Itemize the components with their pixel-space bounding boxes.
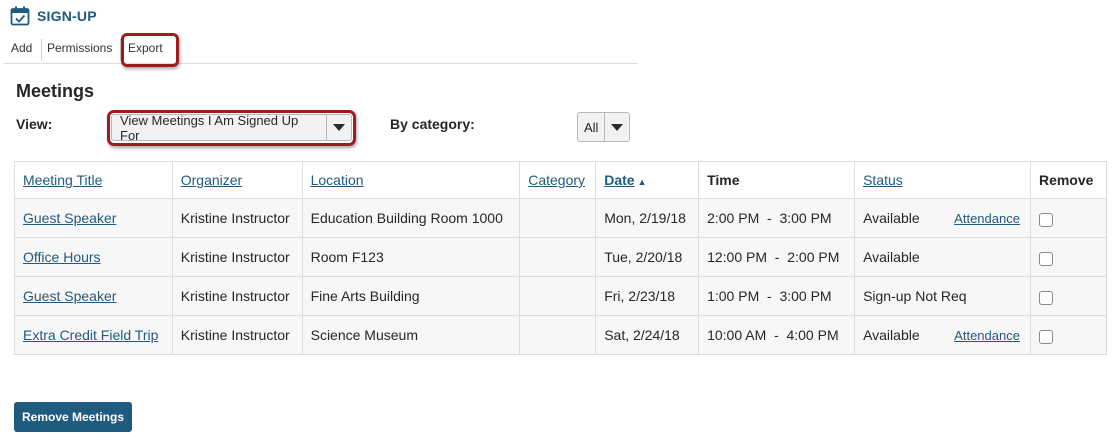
date-cell: Tue, 2/20/18 bbox=[595, 237, 700, 277]
calendar-check-icon bbox=[10, 6, 30, 26]
column-header-time: Time bbox=[698, 161, 856, 199]
time-cell: 1:00 PM - 3:00 PM bbox=[698, 276, 856, 316]
table-row: Guest Speaker Kristine Instructor Educat… bbox=[14, 198, 1108, 238]
remove-meetings-button[interactable]: Remove Meetings bbox=[14, 402, 132, 432]
table-row: Office Hours Kristine Instructor Room F1… bbox=[14, 237, 1108, 277]
toolbar-permissions-link[interactable]: Permissions bbox=[47, 41, 112, 55]
category-select-value: All bbox=[584, 119, 599, 135]
meetings-table: Meeting Title Organizer Location Categor… bbox=[14, 161, 1108, 355]
organizer-cell: Kristine Instructor bbox=[171, 276, 303, 316]
remove-cell bbox=[1029, 315, 1108, 355]
category-cell bbox=[519, 198, 597, 238]
table-row: Guest Speaker Kristine Instructor Fine A… bbox=[14, 276, 1108, 316]
organizer-cell: Kristine Instructor bbox=[171, 198, 303, 238]
time-cell: 2:00 PM - 3:00 PM bbox=[698, 198, 856, 238]
column-header-meeting-title[interactable]: Meeting Title bbox=[14, 161, 173, 199]
meeting-title-cell: Guest Speaker bbox=[14, 198, 173, 238]
category-select[interactable]: All bbox=[577, 112, 630, 142]
location-cell: Science Museum bbox=[301, 315, 521, 355]
chevron-down-icon bbox=[326, 115, 351, 140]
status-text: Available bbox=[863, 327, 920, 343]
column-header-status[interactable]: Status bbox=[854, 161, 1031, 199]
remove-cell bbox=[1029, 198, 1108, 238]
toolbar-export-link[interactable]: Export bbox=[128, 41, 163, 55]
remove-cell bbox=[1029, 237, 1108, 277]
date-cell: Sat, 2/24/18 bbox=[595, 315, 700, 355]
column-header-remove: Remove bbox=[1029, 161, 1108, 199]
tool-title: SIGN-UP bbox=[37, 8, 97, 24]
attendance-link[interactable]: Attendance bbox=[954, 328, 1020, 343]
status-cell: Sign-up Not Req bbox=[854, 276, 1031, 316]
table-header-row: Meeting Title Organizer Location Categor… bbox=[14, 161, 1108, 199]
remove-cell bbox=[1029, 276, 1108, 316]
organizer-cell: Kristine Instructor bbox=[171, 315, 303, 355]
sort-ascending-icon: ▲ bbox=[637, 177, 647, 187]
page-title: Meetings bbox=[16, 81, 95, 101]
organizer-cell: Kristine Instructor bbox=[171, 237, 303, 277]
location-cell: Room F123 bbox=[301, 237, 521, 277]
meeting-title-cell: Extra Credit Field Trip bbox=[14, 315, 173, 355]
time-cell: 12:00 PM - 2:00 PM bbox=[698, 237, 856, 277]
remove-checkbox[interactable] bbox=[1038, 330, 1053, 345]
date-cell: Fri, 2/23/18 bbox=[595, 276, 700, 316]
view-select-value: View Meetings I Am Signed Up For bbox=[120, 112, 299, 143]
meeting-title-link[interactable]: Guest Speaker bbox=[23, 210, 116, 226]
toolbar-add-link[interactable]: Add bbox=[11, 41, 32, 55]
time-cell: 10:00 AM - 4:00 PM bbox=[698, 315, 856, 355]
status-cell: Available Attendance bbox=[854, 198, 1031, 238]
meeting-title-cell: Guest Speaker bbox=[14, 276, 173, 316]
category-cell bbox=[519, 237, 597, 277]
column-header-date[interactable]: Date ▲ bbox=[595, 161, 700, 199]
category-cell bbox=[519, 315, 597, 355]
tool-header: SIGN-UP bbox=[10, 5, 97, 27]
status-cell: Available bbox=[854, 237, 1031, 277]
column-header-organizer[interactable]: Organizer bbox=[171, 161, 303, 199]
meeting-title-cell: Office Hours bbox=[14, 237, 173, 277]
view-select[interactable]: View Meetings I Am Signed Up For bbox=[111, 112, 352, 143]
attendance-link[interactable]: Attendance bbox=[954, 211, 1020, 226]
view-label: View: bbox=[16, 116, 53, 132]
table-row: Extra Credit Field Trip Kristine Instruc… bbox=[14, 315, 1108, 355]
remove-checkbox[interactable] bbox=[1038, 252, 1053, 267]
toolbar-divider bbox=[41, 39, 42, 61]
status-cell: Available Attendance bbox=[854, 315, 1031, 355]
meeting-title-link[interactable]: Extra Credit Field Trip bbox=[23, 327, 158, 343]
category-cell bbox=[519, 276, 597, 316]
column-header-category[interactable]: Category bbox=[519, 161, 597, 199]
location-cell: Education Building Room 1000 bbox=[301, 198, 521, 238]
status-text: Sign-up Not Req bbox=[863, 288, 967, 304]
meeting-title-link[interactable]: Guest Speaker bbox=[23, 288, 116, 304]
date-cell: Mon, 2/19/18 bbox=[595, 198, 700, 238]
column-header-location[interactable]: Location bbox=[301, 161, 521, 199]
meeting-title-link[interactable]: Office Hours bbox=[23, 249, 101, 265]
status-text: Available bbox=[863, 210, 920, 226]
chevron-down-icon bbox=[604, 113, 629, 141]
remove-checkbox[interactable] bbox=[1038, 213, 1053, 228]
tool-toolbar: Add Permissions Export bbox=[4, 33, 638, 67]
location-cell: Fine Arts Building bbox=[301, 276, 521, 316]
status-text: Available bbox=[863, 249, 920, 265]
remove-checkbox[interactable] bbox=[1038, 291, 1053, 306]
category-label: By category: bbox=[390, 116, 475, 132]
